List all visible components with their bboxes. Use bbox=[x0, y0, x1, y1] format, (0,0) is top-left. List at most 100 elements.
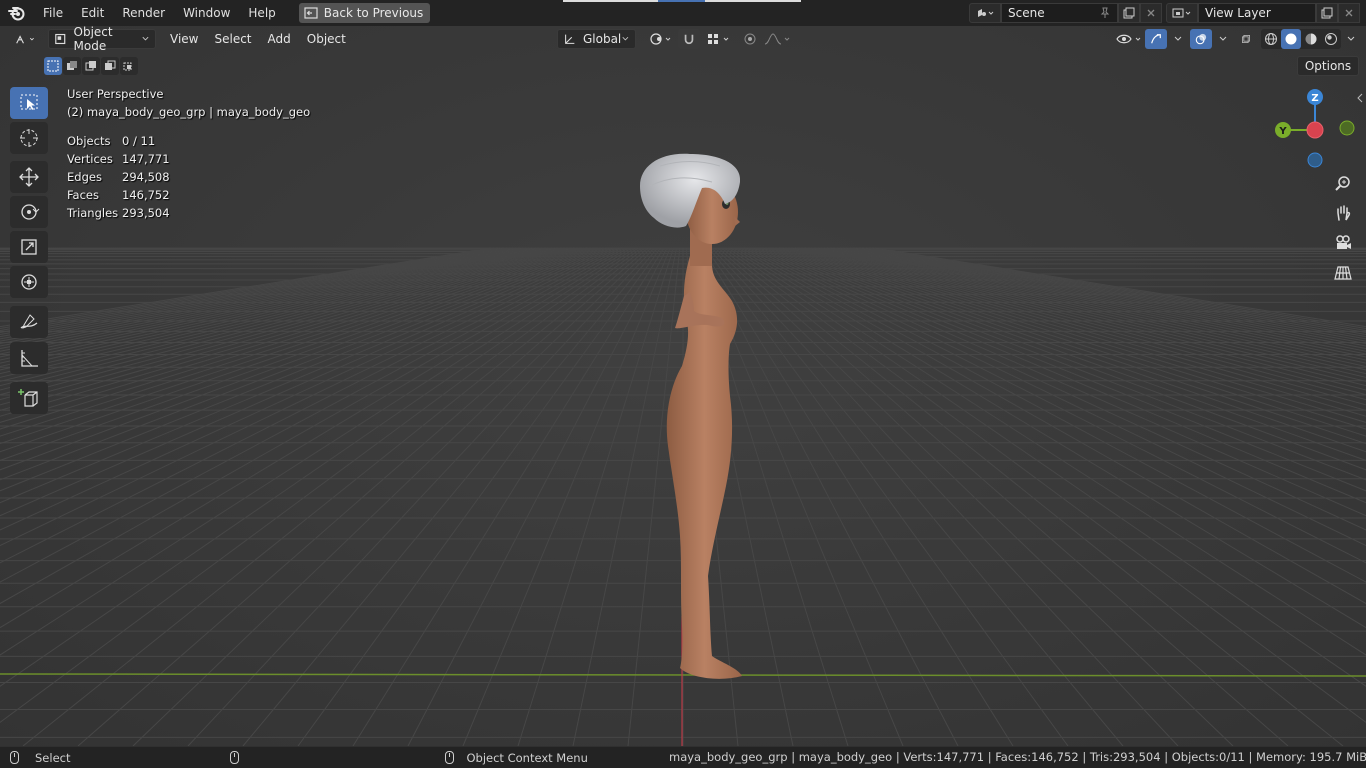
shading-mode-group bbox=[1261, 29, 1341, 49]
scene-icon[interactable] bbox=[969, 3, 1001, 23]
status-context-hint: Object Context Menu bbox=[445, 751, 588, 765]
wireframe-shading-icon[interactable] bbox=[1261, 29, 1281, 49]
menu-edit[interactable]: Edit bbox=[72, 0, 113, 26]
menu-object[interactable]: Object bbox=[299, 29, 354, 49]
chevron-down-icon bbox=[622, 36, 629, 41]
stat-value-edges: 294,508 bbox=[122, 170, 170, 184]
stat-label-triangles: Triangles bbox=[67, 206, 119, 220]
eye-icon bbox=[1116, 34, 1141, 44]
new-scene-icon[interactable] bbox=[1118, 3, 1140, 23]
gizmo-dropdown[interactable] bbox=[1167, 29, 1189, 49]
transform-tool[interactable] bbox=[10, 266, 48, 298]
solid-shading-icon[interactable] bbox=[1281, 29, 1301, 49]
new-view-layer-icon[interactable] bbox=[1316, 3, 1338, 23]
menu-add[interactable]: Add bbox=[260, 29, 299, 49]
pivot-point-dropdown[interactable] bbox=[644, 29, 680, 49]
3d-viewport[interactable]: Object Mode View Select Add Object Globa… bbox=[0, 26, 1366, 746]
add-cube-tool[interactable] bbox=[10, 382, 48, 414]
collection-info: (2) maya_body_geo_grp | maya_body_geo bbox=[67, 105, 311, 119]
material-shading-icon[interactable] bbox=[1301, 29, 1321, 49]
back-to-previous-button[interactable]: Back to Previous bbox=[298, 3, 431, 23]
proportional-edit-toggle[interactable] bbox=[736, 29, 798, 49]
select-extend-icon[interactable] bbox=[63, 57, 81, 75]
stat-label-objects: Objects bbox=[67, 134, 111, 148]
pivot-icon bbox=[650, 33, 671, 45]
chevron-down-icon bbox=[1174, 36, 1182, 41]
viewport-header: Object Mode View Select Add Object Globa… bbox=[0, 26, 1366, 53]
transform-orientation-dropdown[interactable]: Global bbox=[557, 29, 636, 49]
snap-grid-icon bbox=[708, 34, 729, 44]
stat-label-faces: Faces bbox=[67, 188, 99, 202]
orientation-label: Global bbox=[582, 32, 622, 46]
menu-file[interactable]: File bbox=[34, 0, 72, 26]
y-axis-label: Y bbox=[1278, 126, 1287, 137]
menu-render[interactable]: Render bbox=[113, 0, 174, 26]
select-subtract-icon[interactable] bbox=[82, 57, 100, 75]
y-axis-line bbox=[0, 673, 1366, 677]
gizmo-toggle[interactable] bbox=[1145, 29, 1167, 49]
scale-tool[interactable] bbox=[10, 231, 48, 263]
object-mode-dropdown[interactable]: Object Mode bbox=[48, 26, 156, 53]
status-bar: Select Object Context Menu maya_body_geo… bbox=[0, 747, 1366, 768]
scale-icon bbox=[21, 239, 37, 255]
object-mode-label: Object Mode bbox=[73, 26, 113, 53]
camera-icon[interactable] bbox=[1331, 231, 1355, 255]
select-invert-icon[interactable] bbox=[101, 57, 119, 75]
menu-help[interactable]: Help bbox=[239, 0, 284, 26]
overlays-dropdown[interactable] bbox=[1212, 29, 1234, 49]
stat-value-faces: 146,752 bbox=[122, 188, 170, 202]
blender-logo-icon[interactable] bbox=[0, 0, 34, 26]
top-menu-bar: File Edit Render Window Help Back to Pre… bbox=[0, 0, 1366, 26]
measure-tool[interactable] bbox=[10, 342, 48, 374]
workspace-tabs[interactable] bbox=[563, 0, 805, 3]
options-dropdown[interactable]: Options bbox=[1297, 56, 1359, 76]
select-new-icon[interactable] bbox=[44, 57, 62, 75]
stat-value-triangles: 293,504 bbox=[122, 206, 170, 220]
status-middle-hint bbox=[230, 751, 249, 764]
editor-type-dropdown[interactable] bbox=[10, 29, 42, 49]
move-tool[interactable] bbox=[10, 161, 48, 193]
view-name: User Perspective bbox=[67, 87, 164, 101]
select-box-icon bbox=[20, 94, 38, 110]
annotate-tool[interactable] bbox=[10, 306, 48, 338]
navigation-gizmo[interactable]: Y Z bbox=[1268, 84, 1362, 174]
scene-name-field[interactable]: Scene bbox=[1001, 3, 1118, 23]
snap-toggle[interactable] bbox=[678, 29, 700, 49]
menu-window[interactable]: Window bbox=[174, 0, 239, 26]
xray-toggle[interactable] bbox=[1236, 29, 1256, 49]
view-layer-icon[interactable] bbox=[1166, 3, 1198, 23]
scene-name: Scene bbox=[1008, 6, 1045, 20]
shading-dropdown[interactable] bbox=[1340, 29, 1362, 49]
stat-value-vertices: 147,771 bbox=[122, 152, 170, 166]
rendered-shading-icon[interactable] bbox=[1321, 29, 1341, 49]
xray-icon bbox=[1242, 35, 1250, 43]
add-cube-icon bbox=[18, 389, 38, 407]
menu-select[interactable]: Select bbox=[206, 29, 259, 49]
menu-view[interactable]: View bbox=[162, 29, 206, 49]
rotate-tool[interactable] bbox=[10, 196, 48, 228]
view-layer-field[interactable]: View Layer bbox=[1198, 3, 1316, 23]
hand-icon[interactable] bbox=[1331, 201, 1355, 225]
view-layer-selector[interactable]: View Layer bbox=[1166, 3, 1360, 23]
mouse-middle-icon bbox=[230, 751, 240, 764]
pin-icon[interactable] bbox=[1099, 7, 1111, 19]
zoom-icon[interactable] bbox=[1331, 171, 1355, 195]
object-mode-icon bbox=[55, 33, 66, 45]
rotate-icon bbox=[21, 204, 40, 220]
stat-label-edges: Edges bbox=[67, 170, 102, 184]
cursor-tool[interactable] bbox=[10, 122, 48, 154]
close-scene-icon[interactable] bbox=[1140, 3, 1162, 23]
select-box-tool[interactable] bbox=[10, 87, 48, 119]
magnet-icon bbox=[684, 34, 694, 45]
stat-label-vertices: Vertices bbox=[67, 152, 113, 166]
scene-selector[interactable]: Scene bbox=[969, 3, 1162, 23]
snap-target-dropdown[interactable] bbox=[701, 29, 739, 49]
visibility-dropdown[interactable] bbox=[1110, 29, 1150, 49]
grid-icon[interactable] bbox=[1331, 261, 1355, 285]
mouse-right-icon bbox=[445, 751, 455, 764]
annotate-icon bbox=[20, 314, 38, 329]
close-view-layer-icon[interactable] bbox=[1338, 3, 1360, 23]
x-axis-handle bbox=[1306, 121, 1324, 139]
overlays-toggle[interactable] bbox=[1190, 29, 1212, 49]
select-intersect-icon[interactable] bbox=[120, 57, 138, 75]
